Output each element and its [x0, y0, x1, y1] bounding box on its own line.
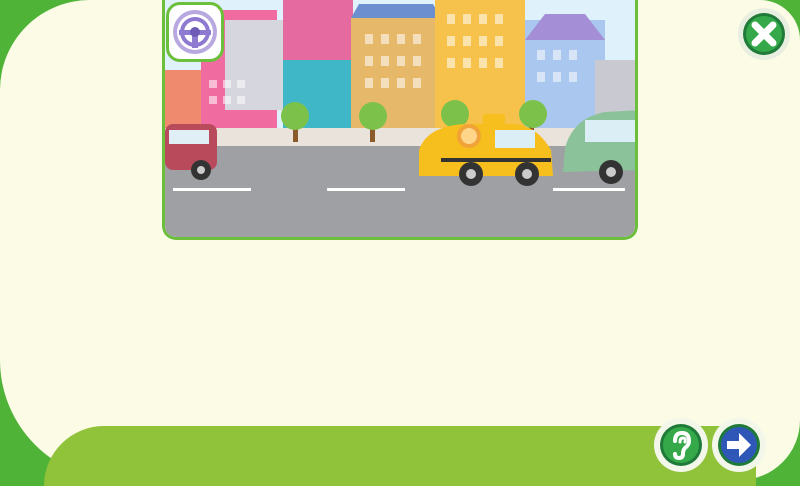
next-button[interactable] — [712, 418, 766, 472]
close-icon — [743, 13, 785, 55]
close-button[interactable] — [738, 8, 790, 60]
arrow-right-icon — [718, 424, 760, 466]
bottom-bar — [44, 426, 756, 486]
ear-icon — [660, 424, 702, 466]
steering-wheel-icon — [173, 10, 217, 54]
scene-illustration — [162, 0, 638, 240]
steering-wheel-button[interactable] — [166, 2, 224, 62]
listen-button[interactable] — [654, 418, 708, 472]
city-street-illustration — [165, 0, 635, 237]
